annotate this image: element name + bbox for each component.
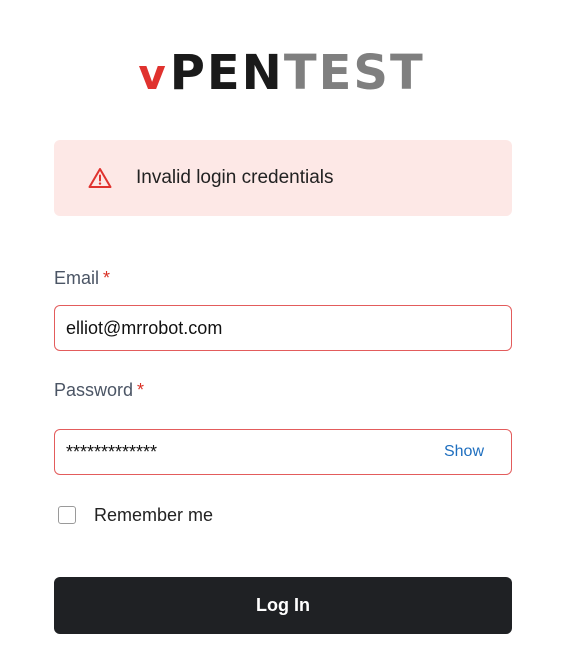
email-field[interactable]: elliot@mrrobot.com — [54, 305, 512, 351]
logo-v: v — [138, 50, 168, 99]
logo-test: TEST — [283, 45, 425, 101]
password-field[interactable]: ************* Show — [54, 429, 512, 475]
logo-pen: PEN — [169, 45, 284, 101]
email-label-text: Email — [54, 268, 100, 288]
password-label: Password * — [54, 380, 144, 401]
email-label: Email * — [54, 268, 110, 289]
warning-triangle-icon — [88, 166, 112, 190]
password-value: ************* — [66, 441, 158, 462]
remember-me-label[interactable]: Remember me — [94, 505, 213, 526]
vpentest-logo: vPENTEST — [0, 40, 563, 108]
email-required-mark: * — [103, 268, 111, 288]
remember-me-row[interactable]: Remember me — [58, 503, 213, 527]
error-alert: Invalid login credentials — [54, 140, 512, 216]
password-required-mark: * — [137, 380, 145, 400]
show-password-button[interactable]: Show — [444, 443, 484, 461]
login-page: vPENTEST Invalid login credentials Email… — [0, 0, 563, 651]
password-label-text: Password — [54, 380, 134, 400]
login-button-label: Log In — [256, 595, 310, 615]
remember-me-checkbox[interactable] — [58, 506, 76, 524]
login-button[interactable]: Log In — [54, 577, 512, 634]
error-message: Invalid login credentials — [136, 167, 334, 188]
email-value: elliot@mrrobot.com — [66, 317, 223, 338]
